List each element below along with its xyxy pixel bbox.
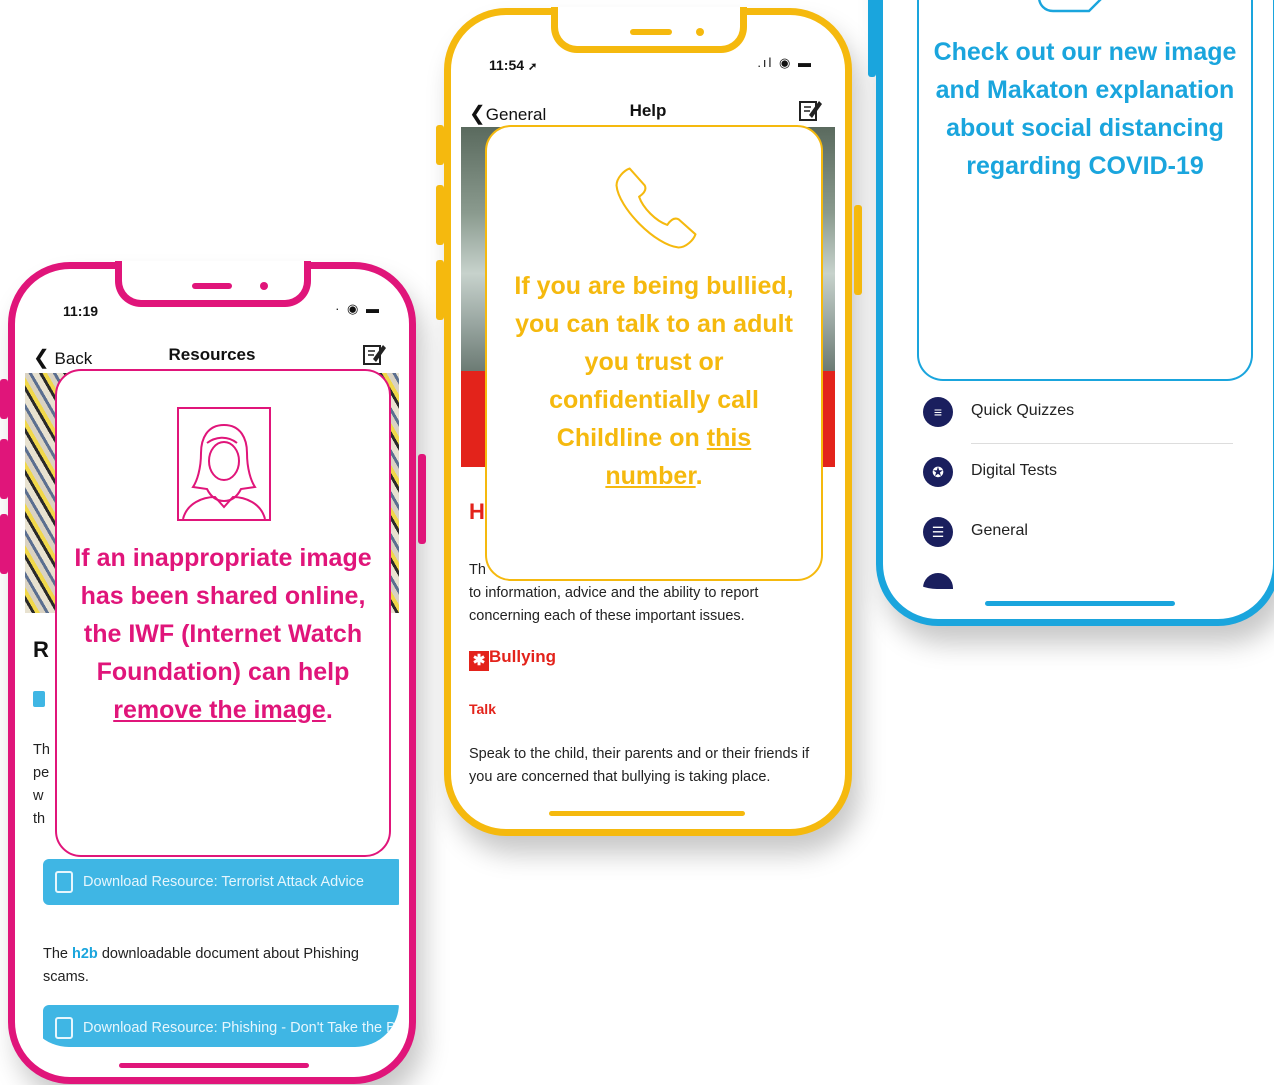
remove-image-link[interactable]: remove the image bbox=[113, 696, 326, 724]
phone-side-button bbox=[0, 514, 8, 574]
card-text: If an inappropriate image has been share… bbox=[74, 544, 372, 686]
document-icon bbox=[55, 871, 73, 894]
download-resource-button[interactable]: Download Resource: Phishing - Don't Take… bbox=[43, 1005, 399, 1047]
section-heading: ✱ Bullying bbox=[469, 647, 556, 671]
phone-resources: 11:19 · ◉ ▬ ❮ Back Resources R Th pe w t… bbox=[0, 261, 426, 1084]
phone-side-button bbox=[0, 439, 8, 499]
location-arrow-icon: ➚ bbox=[527, 61, 538, 73]
status-time: 11:54 ➚ bbox=[489, 57, 537, 73]
subsection-title: Talk bbox=[469, 701, 496, 717]
partial-line: th bbox=[33, 811, 46, 827]
menu-item-label: Quick Quizzes bbox=[971, 402, 1075, 419]
nav-bar: ❮ Back Resources bbox=[25, 341, 399, 371]
card-text: Check out our new image and Makaton expl… bbox=[933, 38, 1237, 180]
phone-notch bbox=[551, 7, 747, 53]
nav-bar: ❮General Help bbox=[461, 97, 835, 127]
info-card: If you are being bullied, you can talk t… bbox=[485, 125, 823, 581]
partial-heading: H bbox=[469, 499, 485, 524]
partial-line: w bbox=[33, 788, 44, 804]
partial-heading: R bbox=[33, 637, 49, 662]
download-label: Download Resource: Phishing - Don't Take… bbox=[83, 1020, 399, 1036]
home-indicator[interactable] bbox=[985, 601, 1175, 606]
home-indicator[interactable] bbox=[119, 1063, 309, 1068]
partial-line: Th bbox=[469, 562, 486, 578]
page-title: Resources bbox=[168, 345, 256, 364]
description-text: The bbox=[43, 946, 73, 962]
phone-side-button bbox=[868, 0, 876, 77]
partial-icon bbox=[33, 691, 45, 707]
resource-description: The h2b downloadable document about Phis… bbox=[43, 943, 393, 989]
screen: ≡ Quick Quizzes ✪ Digital Tests ☰ Genera… bbox=[893, 0, 1273, 589]
menu-item-partial-icon bbox=[923, 573, 953, 589]
phone-power-button bbox=[418, 454, 426, 544]
menu-item-quick-quizzes[interactable]: ≡ Quick Quizzes bbox=[923, 393, 1253, 433]
phone-icon bbox=[615, 167, 697, 249]
document-icon bbox=[55, 1017, 73, 1040]
bullying-paragraph: Speak to the child, their parents and or… bbox=[469, 746, 810, 785]
info-card: Check out our new image and Makaton expl… bbox=[917, 0, 1253, 381]
camera-dot bbox=[696, 28, 704, 36]
badge-icon: ✪ bbox=[923, 457, 953, 487]
screen: 11:54 ➚ .ıl ◉ ▬ ❮General Help H Th to in… bbox=[461, 23, 835, 801]
stack-icon: ☰ bbox=[923, 517, 953, 547]
phone-help: 11:54 ➚ .ıl ◉ ▬ ❮General Help H Th to in… bbox=[436, 7, 862, 836]
download-resource-button[interactable]: Download Resource: Terrorist Attack Advi… bbox=[43, 859, 399, 905]
screen: 11:19 · ◉ ▬ ❮ Back Resources R Th pe w t… bbox=[25, 277, 399, 1047]
home-indicator[interactable] bbox=[549, 811, 745, 816]
info-card: If an inappropriate image has been share… bbox=[55, 369, 391, 857]
card-text-tail: . bbox=[695, 462, 703, 490]
partial-line: Th bbox=[33, 742, 50, 758]
partial-line: pe bbox=[33, 765, 50, 781]
status-time: 11:19 bbox=[63, 303, 99, 319]
edit-icon bbox=[1038, 0, 1102, 13]
menu-item-general[interactable]: ☰ General bbox=[923, 513, 1253, 553]
menu-item-label: Digital Tests bbox=[971, 462, 1057, 479]
intro-text: to information, advice and the ability t… bbox=[469, 585, 759, 624]
phone-side-button bbox=[436, 125, 444, 165]
speaker-bar bbox=[630, 29, 672, 35]
card-text-tail: . bbox=[325, 696, 333, 724]
page-title: Help bbox=[629, 101, 667, 120]
edit-icon[interactable] bbox=[797, 97, 823, 123]
phone-notch bbox=[115, 261, 311, 307]
camera-dot bbox=[260, 282, 268, 290]
status-icons: · ◉ ▬ bbox=[335, 301, 381, 316]
menu-item-digital-tests[interactable]: ✪ Digital Tests bbox=[923, 453, 1253, 493]
phone-power-button bbox=[854, 205, 862, 295]
menu-divider bbox=[971, 443, 1233, 444]
phone-side-button bbox=[436, 185, 444, 245]
alert-icon: ✱ bbox=[469, 651, 489, 671]
download-label: Download Resource: Terrorist Attack Advi… bbox=[83, 874, 365, 890]
speaker-bar bbox=[192, 283, 232, 289]
person-portrait-icon bbox=[177, 407, 271, 521]
phone-side-button bbox=[0, 379, 8, 419]
phone-side-button bbox=[436, 260, 444, 320]
brand-name: h2b bbox=[72, 946, 98, 962]
card-text: If you are being bullied, you can talk t… bbox=[514, 272, 794, 452]
phone-menu: ≡ Quick Quizzes ✪ Digital Tests ☰ Genera… bbox=[868, 0, 1274, 626]
menu-item-label: General bbox=[971, 522, 1028, 539]
section-title: Bullying bbox=[489, 647, 557, 666]
clipboard-icon: ≡ bbox=[923, 397, 953, 427]
edit-icon[interactable] bbox=[361, 341, 387, 367]
status-icons: .ıl ◉ ▬ bbox=[757, 55, 813, 70]
status-time-value: 11:54 bbox=[489, 57, 525, 73]
